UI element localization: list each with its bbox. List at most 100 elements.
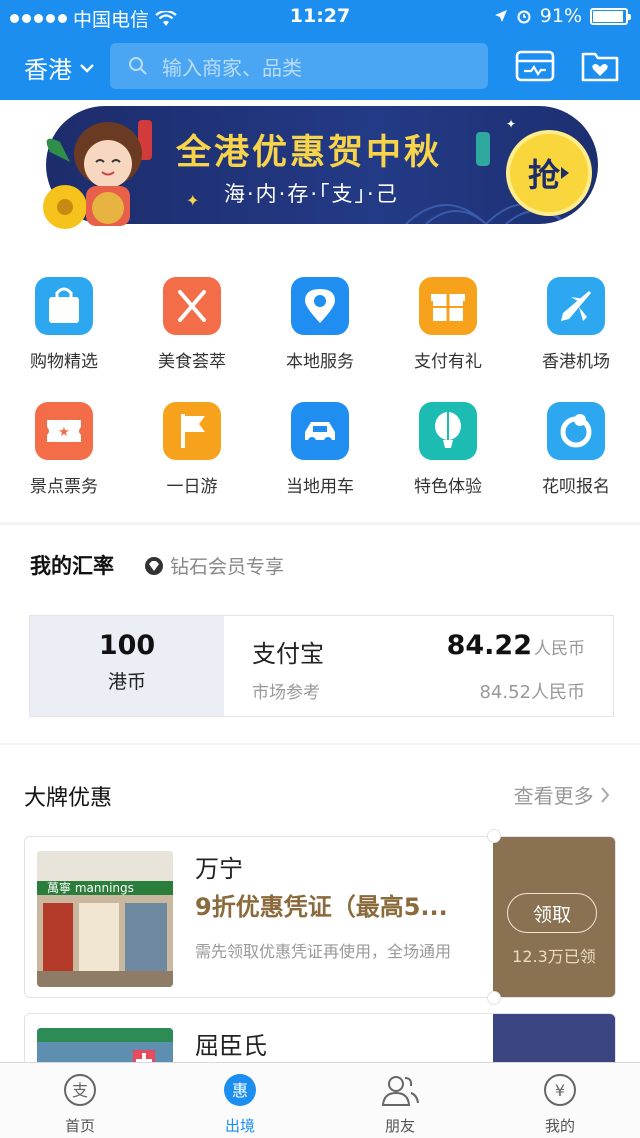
- chevron-down-icon: [80, 63, 94, 73]
- tab-outbound-label: 出境: [224, 1117, 255, 1135]
- category-label: 美食荟萃: [158, 352, 226, 372]
- brand-deals-title: 大牌优惠: [24, 786, 113, 811]
- diamond-badge-icon: [145, 556, 163, 575]
- rate-value-row: 84.22 人民币: [447, 630, 585, 661]
- tab-friends[interactable]: 朋友: [360, 1073, 440, 1136]
- category-item[interactable]: 特色体验: [384, 402, 512, 497]
- category-label: 支付有礼: [414, 352, 482, 372]
- airplane-icon: [547, 277, 605, 335]
- tab-me-label: 我的: [544, 1117, 575, 1135]
- svg-text:✦: ✦: [186, 191, 199, 210]
- friends-icon: [381, 1076, 419, 1106]
- yuan-icon: ¥: [544, 1074, 576, 1106]
- favorites-folder-icon[interactable]: [580, 48, 620, 84]
- coupon-notch-top: [487, 829, 501, 843]
- status-right: 91%: [494, 5, 631, 27]
- brand-deals-section: 大牌优惠 查看更多 萬寧 mannings 万宁 9折优惠凭证（最高5... 需…: [0, 745, 640, 1093]
- tab-bar: 支 首页 惠 出境 朋友 ¥ 我的: [0, 1062, 640, 1138]
- card-icon[interactable]: [515, 48, 555, 84]
- amount-currency: 港币: [107, 671, 146, 693]
- category-label: 当地用车: [286, 477, 354, 497]
- grab-button[interactable]: 抢: [506, 130, 592, 216]
- category-item[interactable]: 本地服务: [256, 277, 384, 372]
- tab-me[interactable]: ¥ 我的: [520, 1073, 600, 1136]
- flag-icon: [163, 402, 221, 460]
- svg-text:✦: ✦: [506, 117, 516, 131]
- svg-text:惠: 惠: [232, 1081, 248, 1100]
- location-arrow-icon: [494, 10, 507, 22]
- rate-value: 84.22: [446, 630, 532, 661]
- svg-text:¥: ¥: [555, 1081, 565, 1100]
- header: 香港 输入商家、品类: [0, 34, 640, 100]
- category-label: 花呗报名: [542, 477, 610, 497]
- battery-icon: [590, 7, 631, 25]
- category-label: 购物精选: [30, 352, 98, 372]
- grab-label: 抢: [527, 156, 560, 194]
- category-item[interactable]: 花呗报名: [512, 402, 640, 497]
- category-item[interactable]: 当地用车: [256, 402, 384, 497]
- category-item[interactable]: 一日游: [128, 402, 256, 497]
- provider-name: 支付宝: [252, 640, 324, 668]
- exchange-rate-section: 我的汇率 钻石会员专享 100 港币 支付宝 市场参考 84.22 人民币 84…: [0, 525, 640, 743]
- category-item[interactable]: ★ 景点票务: [0, 402, 128, 497]
- banner-area: ✦ ✦ 全港优惠贺中秋 海·内·存·「支」·己 抢: [0, 100, 640, 250]
- category-item[interactable]: 支付有礼: [384, 277, 512, 372]
- exchange-title: 我的汇率: [30, 554, 114, 578]
- play-arrow-icon: [561, 167, 569, 179]
- coupon-brand: 万宁: [195, 855, 243, 883]
- coupon-offer: 9折优惠凭证（最高5...: [195, 893, 448, 921]
- svg-text:萬寧 mannings: 萬寧 mannings: [47, 880, 134, 895]
- category-label: 景点票务: [30, 477, 98, 497]
- balloon-icon: [419, 402, 477, 460]
- rate-unit: 人民币: [534, 639, 585, 659]
- category-item[interactable]: 美食荟萃: [128, 277, 256, 372]
- car-icon: [291, 402, 349, 460]
- chevron-right-icon: [601, 787, 610, 803]
- member-tag: 钻石会员专享: [144, 552, 284, 579]
- see-more-label: 查看更多: [513, 784, 594, 808]
- tab-home-label: 首页: [64, 1117, 95, 1135]
- exchange-rate-card[interactable]: 100 港币 支付宝 市场参考 84.22 人民币 84.52人民币: [29, 615, 614, 717]
- coupon-brand: 屈臣氏: [195, 1032, 267, 1060]
- ticket-icon: ★: [35, 402, 93, 460]
- source-amount[interactable]: 100 港币: [30, 616, 224, 716]
- city-selector[interactable]: 香港: [24, 50, 94, 85]
- market-label: 市场参考: [252, 683, 320, 703]
- tab-outbound[interactable]: 惠 出境: [200, 1073, 280, 1136]
- store-photo: 萬寧 mannings: [37, 851, 173, 987]
- battery-percent: 91%: [539, 5, 582, 27]
- coupon-stub: 领取 12.3万已领: [493, 837, 615, 997]
- category-label: 本地服务: [286, 352, 354, 372]
- category-label: 香港机场: [542, 352, 610, 372]
- market-rate: 84.52人民币: [479, 682, 585, 703]
- claimed-count: 12.3万已领: [512, 947, 596, 966]
- status-bar: 中国电信 11:27 91%: [0, 0, 640, 34]
- location-pin-icon: [291, 277, 349, 335]
- coupon-notch-bottom: [487, 991, 501, 1005]
- banner-subtitle: 海·内·存·「支」·己: [224, 182, 399, 206]
- tab-home[interactable]: 支 首页: [40, 1073, 120, 1136]
- category-label: 特色体验: [414, 477, 482, 497]
- banner-title: 全港优惠贺中秋: [176, 133, 443, 173]
- svg-text:支: 支: [72, 1081, 88, 1100]
- huabei-icon: [547, 402, 605, 460]
- coupon-card[interactable]: 萬寧 mannings 万宁 9折优惠凭证（最高5... 需先领取优惠凭证再使用…: [24, 836, 616, 998]
- shopping-bag-icon: [35, 277, 93, 335]
- search-input[interactable]: 输入商家、品类: [110, 43, 488, 89]
- gift-icon: [419, 277, 477, 335]
- category-item[interactable]: 购物精选: [0, 277, 128, 372]
- member-tag-label: 钻石会员专享: [170, 556, 285, 578]
- mascot-girl-icon: [43, 122, 142, 229]
- home-alipay-icon: 支: [64, 1074, 96, 1106]
- discount-icon: 惠: [224, 1074, 256, 1106]
- amount-value: 100: [98, 630, 156, 661]
- tab-friends-label: 朋友: [384, 1117, 415, 1135]
- coupon-description: 需先领取优惠凭证再使用，全场通用: [195, 942, 452, 961]
- svg-text:★: ★: [58, 425, 70, 440]
- see-more-link[interactable]: 查看更多: [514, 780, 610, 809]
- category-label: 一日游: [166, 477, 218, 497]
- fork-knife-icon: [163, 277, 221, 335]
- category-item[interactable]: 香港机场: [512, 277, 640, 372]
- alarm-icon: [517, 10, 531, 24]
- claim-button[interactable]: 领取: [507, 893, 597, 933]
